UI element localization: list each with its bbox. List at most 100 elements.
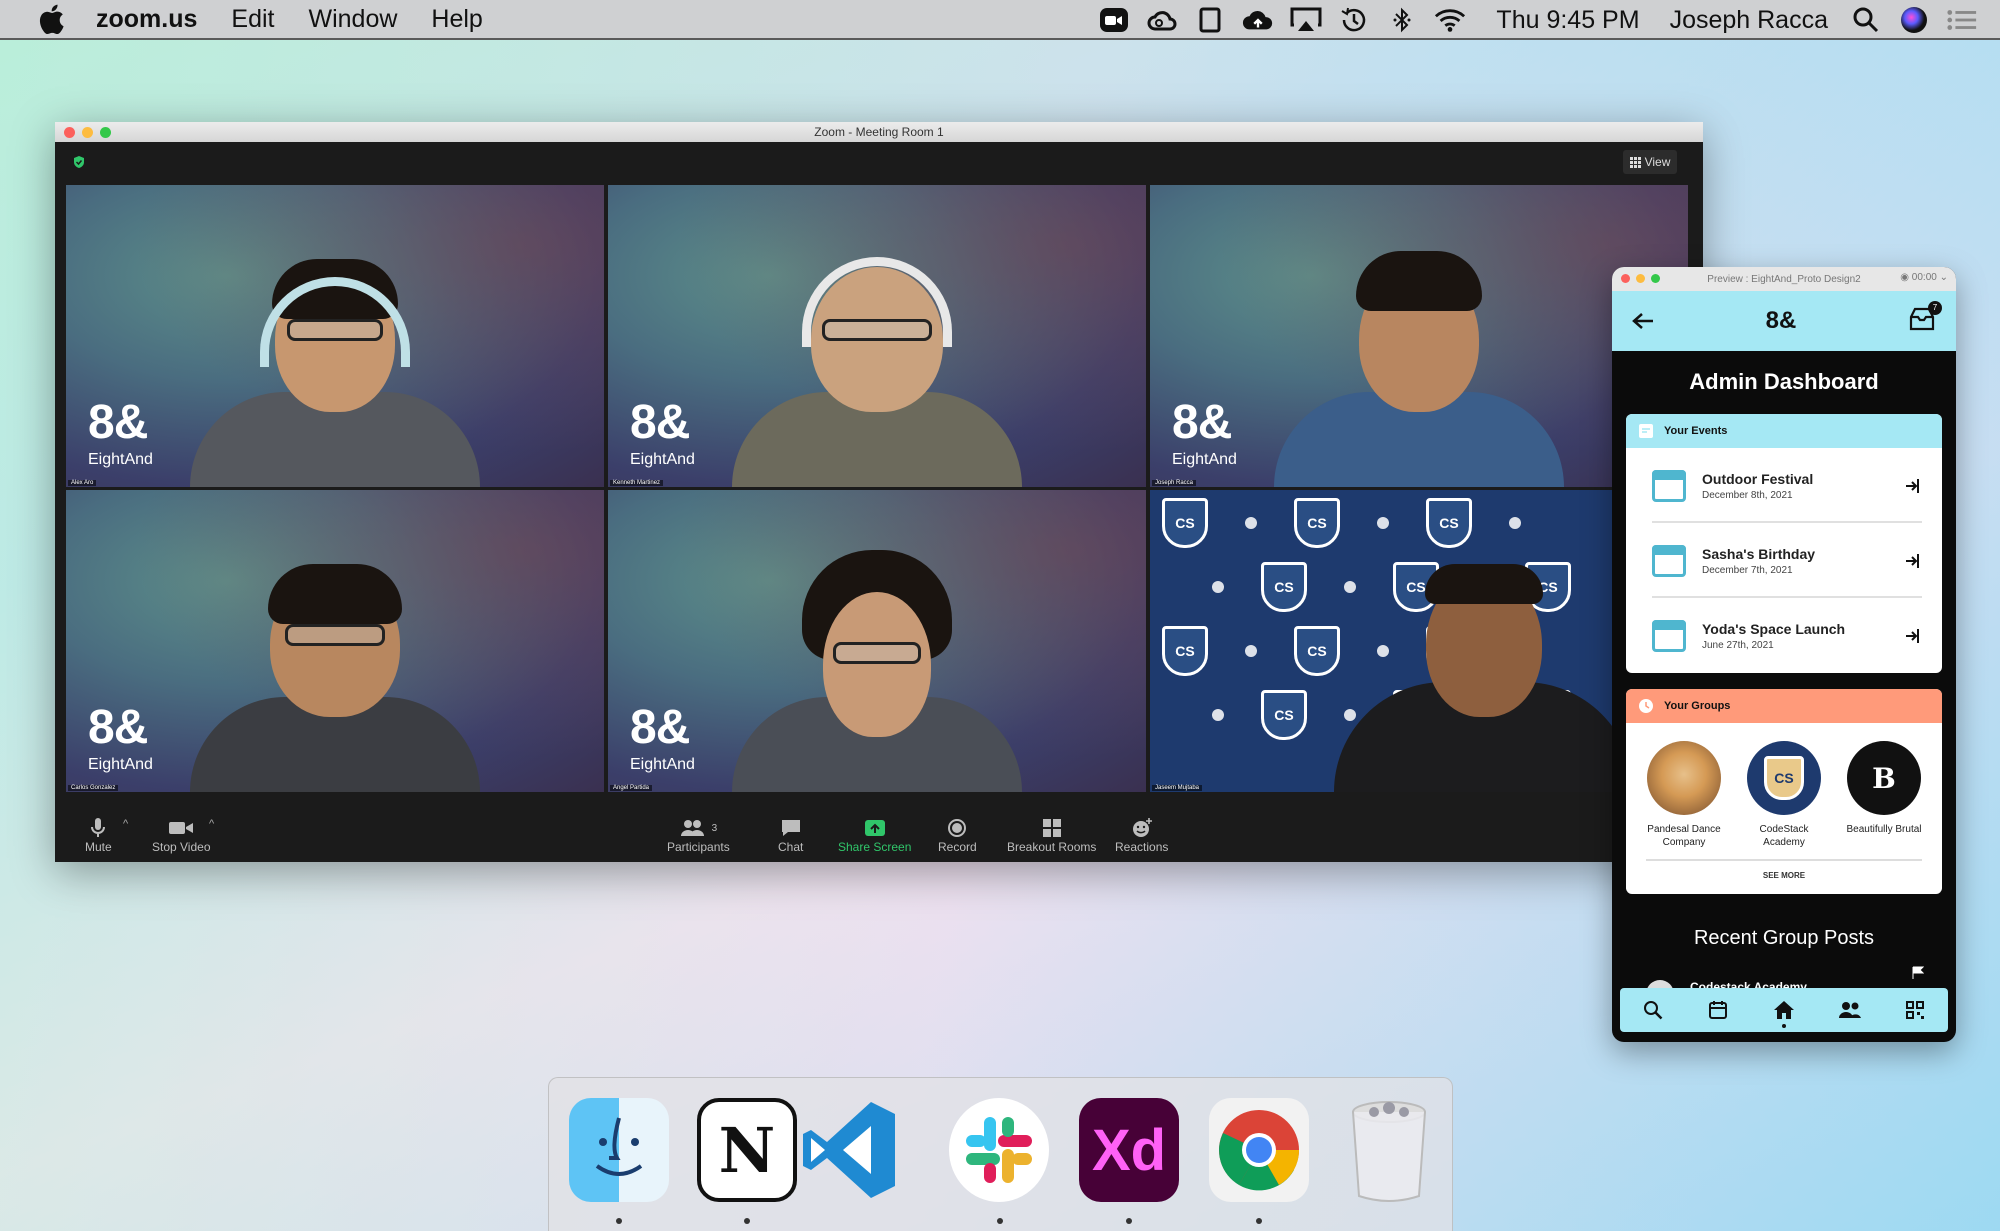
participant-video [1274,237,1564,487]
menu-user-name[interactable]: Joseph Racca [1670,6,1828,35]
search-icon[interactable] [1850,4,1882,36]
preview-title-bar[interactable]: Preview : EightAnd_Proto Design2 ◉ 00:00… [1612,267,1956,291]
menu-edit[interactable]: Edit [231,5,274,34]
eightand-brand: 8& EightAnd [88,399,153,469]
groups-header: Your Groups [1626,689,1942,723]
record-label: Record [938,840,977,854]
chat-button[interactable]: Chat [778,816,803,854]
breakout-rooms-button[interactable]: Breakout Rooms [1007,816,1096,854]
group-avatar: CS [1747,741,1821,815]
enter-event-icon[interactable] [1904,552,1922,570]
events-card: Your Events Outdoor Festival December 8th… [1626,414,1942,673]
dock-trash[interactable] [1339,1098,1439,1202]
minimize-button[interactable] [1636,274,1645,283]
codestack-logo: CS [1261,562,1307,612]
nav-calendar-icon[interactable] [1706,998,1730,1022]
nav-home-icon[interactable] [1772,998,1796,1028]
menu-help[interactable]: Help [431,5,482,34]
dock-slack[interactable] [949,1098,1049,1202]
mute-button[interactable]: Mute [85,816,112,854]
stop-video-button[interactable]: Stop Video [152,816,211,854]
close-button[interactable] [64,127,75,138]
nav-groups-icon[interactable] [1838,998,1862,1022]
dock-chrome[interactable] [1209,1098,1309,1202]
enter-event-icon[interactable] [1904,477,1922,495]
group-name: CodeStack Academy [1759,824,1809,848]
time-machine-icon[interactable] [1338,4,1370,36]
nav-search-icon[interactable] [1641,998,1665,1022]
group-item[interactable]: CS CodeStack Academy [1739,741,1829,849]
participant-name: Angel Partida [610,785,653,791]
apple-icon[interactable] [36,3,66,35]
zoom-button[interactable] [100,127,111,138]
see-more-link[interactable]: SEE MORE [1646,859,1922,894]
codestack-logo: CS [1294,626,1340,676]
siri-icon[interactable] [1898,4,1930,36]
menu-clock[interactable]: Thu 9:45 PM [1496,6,1639,35]
events-header: Your Events [1626,414,1942,448]
minimize-button[interactable] [82,127,93,138]
back-arrow-icon[interactable] [1632,312,1654,330]
wifi-icon[interactable] [1434,4,1466,36]
event-title: Sasha's Birthday [1702,545,1816,562]
participant-video [190,542,480,792]
recording-timer-value: 00:00 [1911,272,1937,283]
dock-vscode[interactable] [799,1098,899,1202]
group-item[interactable]: Pandesal Dance Company [1639,741,1729,849]
codestack-logo: CS [1764,756,1804,800]
brand-logo: 8& [1172,396,1232,449]
event-item[interactable]: Yoda's Space Launch June 27th, 2021 [1626,598,1942,673]
video-tile[interactable]: 8& EightAnd Angel Partida [608,490,1146,792]
audio-options-caret[interactable]: ^ [123,818,128,830]
bluetooth-icon[interactable] [1386,4,1418,36]
participants-label: Participants [667,840,730,854]
nav-qr-code-icon[interactable] [1903,998,1927,1022]
view-button[interactable]: View [1623,150,1677,174]
record-button[interactable]: Record [938,816,977,854]
calendar-icon [1652,544,1686,577]
codestack-logo: CS [1162,626,1208,676]
calendar-icon [1652,469,1686,502]
reactions-icon [1132,818,1152,837]
event-item[interactable]: Outdoor Festival December 8th, 2021 [1626,448,1942,523]
group-item[interactable]: B Beautifully Brutal [1839,741,1929,849]
creative-cloud-icon[interactable] [1146,4,1178,36]
recording-timer[interactable]: ◉ 00:00 ⌄ [1900,272,1948,283]
event-item[interactable]: Sasha's Birthday December 7th, 2021 [1626,523,1942,598]
screen-icon[interactable] [1194,4,1226,36]
trash-icon [1352,1101,1426,1202]
dock-finder[interactable] [569,1098,669,1202]
share-screen-button[interactable]: Share Screen [838,816,911,854]
brand-name: EightAnd [630,451,695,468]
video-tile[interactable]: 8& EightAnd Alex Aro [66,185,604,487]
participant-video [1333,542,1634,792]
enter-event-icon[interactable] [1904,627,1922,645]
close-button[interactable] [1621,274,1630,283]
eightand-brand: 8& EightAnd [88,704,153,774]
zoom-camera-icon[interactable] [1098,4,1130,36]
airplay-icon[interactable] [1290,4,1322,36]
video-tile[interactable]: 8& EightAnd Carlos Gonzalez [66,490,604,792]
flag-icon[interactable] [1912,966,1924,980]
security-shield-icon[interactable] [72,155,86,169]
zoom-title-bar[interactable]: Zoom - Meeting Room 1 [55,122,1703,142]
participants-button[interactable]: 3 Participants [667,816,730,854]
participant-name: Alex Aro [68,480,97,486]
preview-window-title: Preview : EightAnd_Proto Design2 [1707,273,1861,285]
backdrop-dot [1509,517,1521,529]
video-tile[interactable]: CSCSCSCSCSCSCSCSCSCSCSCS Jaseem Mujtaba [1150,490,1688,792]
menu-window[interactable]: Window [309,5,398,34]
video-tile[interactable]: 8& EightAnd Joseph Racca [1150,185,1688,487]
dock-notion[interactable]: N [697,1098,797,1202]
chat-icon [781,820,800,836]
control-center-icon[interactable] [1946,4,1978,36]
video-tile[interactable]: 8& EightAnd Kenneth Martinez [608,185,1146,487]
reactions-button[interactable]: Reactions [1115,816,1168,854]
cloud-upload-icon[interactable] [1242,4,1274,36]
running-indicator [744,1218,750,1224]
zoom-button[interactable] [1651,274,1660,283]
inbox-button[interactable]: 7 [1908,300,1942,336]
video-options-caret[interactable]: ^ [209,818,214,830]
menu-app-name[interactable]: zoom.us [96,5,197,34]
dock-adobe-xd[interactable]: Xd [1079,1098,1179,1202]
